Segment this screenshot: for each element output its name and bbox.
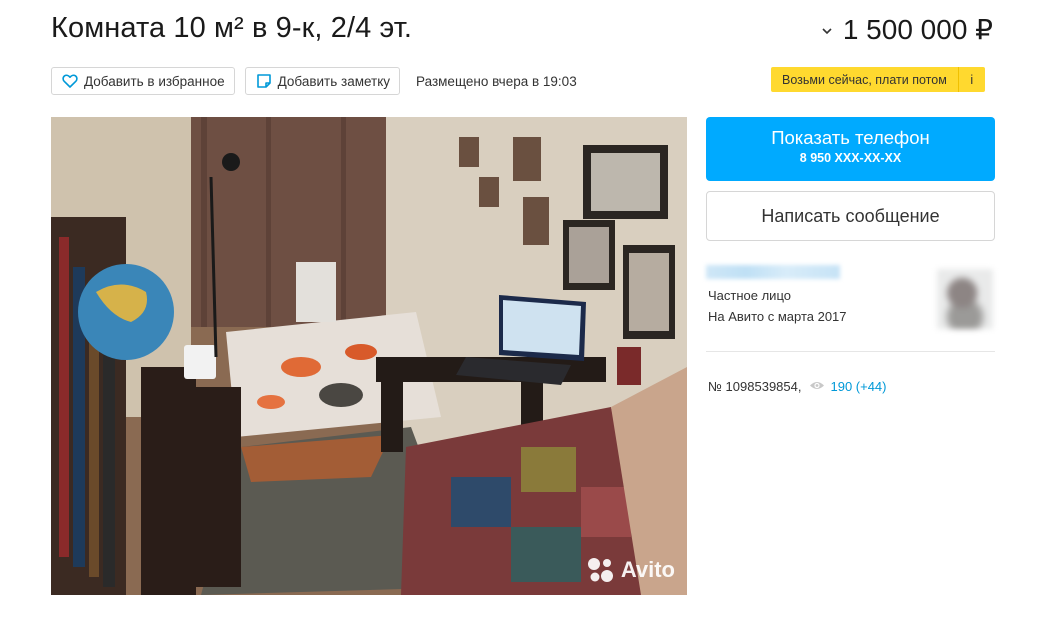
contact-sidebar: Показать телефон 8 950 XXX-XX-XX Написат… [706, 117, 995, 394]
seller-type: Частное лицо [708, 288, 791, 303]
seller-card: Частное лицо На Авито с марта 2017 [706, 241, 995, 352]
posted-date: Размещено вчера в 19:03 [416, 73, 577, 89]
listing-photo[interactable]: Avito [51, 117, 687, 595]
listing-actions: Добавить в избранное Добавить заметку Ра… [51, 67, 577, 95]
eye-icon [809, 379, 825, 394]
listing-meta: № 1098539854, 190 (+44) [708, 379, 887, 394]
views-count[interactable]: 190 (+44) [830, 379, 886, 394]
promo-info-button[interactable]: i [957, 67, 985, 92]
avatar[interactable] [937, 269, 993, 329]
promo-label: Возьми сейчас, плати потом [782, 72, 947, 87]
price-block: 1 500 000 ₽ [821, 13, 993, 46]
room-photo-illustration [51, 117, 687, 595]
listing-price: 1 500 000 ₽ [842, 14, 993, 45]
listing-title: Комната 10 м² в 9-к, 2/4 эт. [51, 12, 413, 44]
listing-number: № 1098539854, [708, 379, 802, 394]
write-message-button[interactable]: Написать сообщение [706, 191, 995, 241]
watermark-text: Avito [620, 557, 675, 582]
show-phone-label: Показать телефон [771, 127, 930, 148]
masked-phone-number: 8 950 XXX-XX-XX [799, 151, 902, 165]
add-note-button[interactable]: Добавить заметку [244, 67, 401, 95]
heart-outline-icon [62, 74, 78, 88]
seller-name-blurred[interactable] [706, 265, 840, 279]
add-note-label: Добавить заметку [277, 73, 391, 89]
avito-watermark: Avito [587, 557, 675, 583]
add-to-favorites-label: Добавить в избранное [84, 73, 225, 89]
chevron-down-icon[interactable] [821, 22, 833, 38]
seller-since: На Авито с марта 2017 [708, 309, 847, 324]
promo-banner[interactable]: Возьми сейчас, плати потом i [771, 67, 985, 92]
avito-logo-icon [587, 558, 613, 582]
add-to-favorites-button[interactable]: Добавить в избранное [51, 67, 235, 95]
show-phone-button[interactable]: Показать телефон 8 950 XXX-XX-XX [706, 117, 995, 181]
note-icon [256, 73, 272, 89]
